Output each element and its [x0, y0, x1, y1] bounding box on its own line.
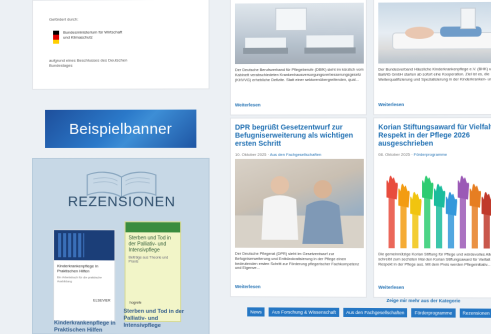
read-more-link[interactable]: Weiterlesen: [235, 102, 261, 107]
tag-foerderprogramme[interactable]: Förderprogramme: [412, 308, 456, 317]
book1-title: Kinderkrankenpflege in Praktischen Hilfe…: [54, 260, 114, 273]
read-more-link[interactable]: Weiterlesen: [378, 102, 404, 107]
child-bed-image[interactable]: [378, 2, 491, 64]
book1-subtitle: Ein Arbeitsbuch für die praktische Ausbi…: [54, 273, 114, 283]
hand-shape: [434, 184, 445, 249]
reviews-box: REZENSIONEN Kinderkrankenpflege in Prakt…: [32, 158, 210, 334]
book2-publisher: hogrefe: [130, 301, 142, 305]
reviews-title: REZENSIONEN: [33, 193, 211, 209]
raised-hands-image[interactable]: [378, 159, 491, 249]
card-date: 08. Oktober 2025: [378, 152, 410, 157]
book2-caption[interactable]: Sterben und Tod in der Palliativ- und In…: [124, 309, 185, 330]
book2-subtitle: Beiträge aus Theorie und Praxis: [126, 253, 181, 265]
book-cover-sterben-und-tod[interactable]: Sterben und Tod in der Palliativ- und In…: [125, 221, 182, 322]
page: Gefördert durch: Bundesministerium für W…: [0, 0, 491, 334]
tag-news[interactable]: News: [247, 307, 265, 316]
sponsor-decision: aufgrund eines Beschlusses des Deutschen…: [49, 57, 130, 67]
hand-shape: [458, 176, 469, 249]
book1-caption[interactable]: Kinderkrankenpflege in Praktischen Hilfe…: [54, 320, 118, 333]
card-title[interactable]: DPR begrüßt Gesetzentwurf zur Befugniser…: [235, 124, 364, 148]
sponsor-label: Gefördert durch:: [49, 16, 208, 22]
tag-fachgesellschaften[interactable]: Aus den Fachgesellschaften: [343, 308, 407, 317]
card-category-link[interactable]: Aus den Fachgesellschaften: [270, 152, 321, 157]
hand-shape: [422, 176, 433, 249]
ministry-name: Bundesministerium für Wirtschaft und Kli…: [63, 29, 123, 39]
card-meta: 10. Oktober 2025 · Aus den Fachgesellsch…: [235, 152, 321, 157]
hand-shape: [470, 184, 481, 249]
card-title[interactable]: Korian Stiftungsaward für Vielfalt und R…: [378, 124, 491, 149]
card-excerpt: Der Deutsche Berufsverband für Pflegeber…: [235, 68, 364, 83]
card-excerpt: Der Bundesverband Häusliche Kinderkranke…: [378, 67, 491, 82]
news-card: Der Deutsche Berufsverband für Pflegeber…: [230, 0, 367, 116]
hand-shape: [386, 176, 397, 249]
tag-rezensionen[interactable]: Rezensionen: [459, 308, 491, 317]
card-excerpt: Die gemeinnützige Korian Stiftung für Pf…: [378, 252, 491, 267]
read-more-link[interactable]: Weiterlesen: [235, 284, 261, 289]
ad-banner[interactable]: Beispielbanner: [45, 110, 196, 148]
hand-shape: [410, 192, 421, 248]
news-card: DPR begrüßt Gesetzentwurf zur Befugniser…: [230, 117, 367, 298]
book1-publisher: ELSEVIER: [93, 298, 110, 302]
hand-shape: [482, 192, 491, 249]
card-excerpt: Der Deutsche Pflegerat (DPR) sieht im Ge…: [235, 252, 364, 272]
hand-shape: [446, 192, 457, 248]
category-more-link[interactable]: Zeige mir mehr aus der Kategorie: [386, 298, 460, 303]
news-card: Korian Stiftungsaward für Vielfalt und R…: [373, 117, 491, 299]
hospital-room-image[interactable]: [235, 3, 364, 64]
card-category-link[interactable]: Förderprogramme: [414, 152, 447, 157]
sponsor-box[interactable]: Gefördert durch: Bundesministerium für W…: [32, 0, 210, 90]
nurse-patient-image[interactable]: [235, 159, 364, 248]
sidebar: Gefördert durch: Bundesministerium für W…: [32, 0, 210, 334]
news-card: Der Bundesverband Häusliche Kinderkranke…: [373, 0, 491, 115]
book2-title: Sterben und Tod in der Palliativ- und In…: [126, 232, 181, 253]
read-more-link[interactable]: Weiterlesen: [378, 285, 404, 290]
book-cover-kinderkrankenpflege[interactable]: Kinderkrankenpflege in Praktischen Hilfe…: [53, 229, 115, 322]
federal-flag-icon: [53, 31, 59, 44]
card-date: 10. Oktober 2025: [235, 152, 267, 157]
tag-forschung[interactable]: Aus Forschung & Wissenschaft: [269, 307, 339, 316]
card-meta: 08. Oktober 2025 · Förderprogramme: [378, 152, 447, 157]
hand-shape: [398, 184, 409, 249]
category-tags: News Aus Forschung & Wissenschaft Aus de…: [247, 307, 491, 317]
